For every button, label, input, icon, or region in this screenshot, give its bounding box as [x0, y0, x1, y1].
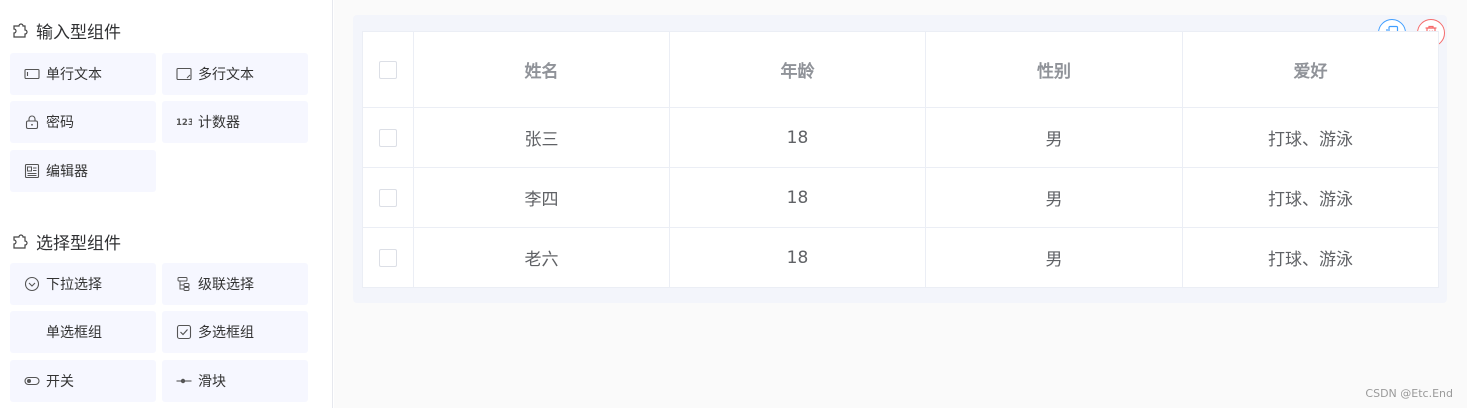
textarea-icon [176, 66, 192, 82]
number-icon: 123 [176, 114, 192, 130]
component-label: 密码 [46, 115, 74, 131]
row-checkbox[interactable] [379, 128, 397, 147]
group-title-select: 选择型组件 [10, 229, 121, 254]
select-all-checkbox[interactable] [379, 60, 397, 79]
row-select-cell [362, 227, 414, 288]
svg-text:123: 123 [176, 118, 192, 128]
row-select-cell [362, 167, 414, 228]
cell-name: 老六 [413, 227, 670, 288]
cell-hobby: 打球、游泳 [1182, 227, 1439, 288]
component-single-line-text[interactable]: 单行文本 [10, 53, 156, 95]
cell-hobby: 打球、游泳 [1182, 107, 1439, 168]
component-radio-group[interactable]: 单选框组 [10, 311, 156, 353]
editor-icon [24, 163, 40, 179]
cell-name: 李四 [413, 167, 670, 228]
component-label: 级联选择 [198, 277, 254, 293]
select-all-cell [362, 31, 414, 108]
component-icon [10, 231, 30, 251]
cell-name: 张三 [413, 107, 670, 168]
watermark: CSDN @Etc.End [1365, 387, 1453, 400]
cell-gender: 男 [925, 227, 1183, 288]
column-header: 姓名 [413, 31, 670, 108]
cascader-icon [176, 276, 192, 292]
table-row: 张三 18 男 打球、游泳 [362, 107, 1439, 168]
component-icon [10, 20, 30, 40]
slider-icon [176, 373, 192, 389]
input-icon [24, 66, 40, 82]
column-header: 性别 [925, 31, 1183, 108]
component-label: 计数器 [198, 115, 240, 131]
component-label: 下拉选择 [46, 277, 102, 293]
select-icon [24, 276, 40, 292]
table-row: 老六 18 男 打球、游泳 [362, 227, 1439, 288]
component-label: 单行文本 [46, 67, 102, 83]
row-checkbox[interactable] [379, 248, 397, 267]
component-label: 多选框组 [198, 325, 254, 341]
row-checkbox[interactable] [379, 188, 397, 207]
table-component-card[interactable]: 姓名 年龄 性别 爱好 张三 18 男 打球、游泳 李四 18 男 打球、游泳 … [353, 15, 1447, 303]
group-title-label: 输入型组件 [36, 22, 121, 43]
component-multi-line-text[interactable]: 多行文本 [162, 53, 308, 95]
column-header: 年龄 [669, 31, 926, 108]
component-label: 开关 [46, 374, 74, 390]
group-title-input: 输入型组件 [10, 18, 121, 43]
cell-gender: 男 [925, 167, 1183, 228]
row-select-cell [362, 107, 414, 168]
component-label: 单选框组 [46, 325, 102, 341]
table-row: 李四 18 男 打球、游泳 [362, 167, 1439, 228]
cell-age: 18 [669, 107, 926, 168]
cell-age: 18 [669, 167, 926, 228]
component-slider[interactable]: 滑块 [162, 360, 308, 402]
component-editor[interactable]: 编辑器 [10, 150, 156, 192]
table-header-row: 姓名 年龄 性别 爱好 [362, 31, 1439, 108]
lock-icon [24, 114, 40, 130]
cell-hobby: 打球、游泳 [1182, 167, 1439, 228]
component-counter[interactable]: 123 计数器 [162, 101, 308, 143]
component-dropdown-select[interactable]: 下拉选择 [10, 263, 156, 305]
checkbox-icon [176, 324, 192, 340]
data-table: 姓名 年龄 性别 爱好 张三 18 男 打球、游泳 李四 18 男 打球、游泳 … [362, 31, 1439, 288]
component-label: 编辑器 [46, 164, 88, 180]
form-canvas: 姓名 年龄 性别 爱好 张三 18 男 打球、游泳 李四 18 男 打球、游泳 … [334, 0, 1467, 408]
cell-gender: 男 [925, 107, 1183, 168]
component-sidebar: 输入型组件 单行文本 多行文本 密码 123 计数器 编辑器 选择型组件 下拉选… [0, 0, 333, 408]
component-label: 滑块 [198, 374, 226, 390]
radio-icon [24, 324, 40, 340]
cell-age: 18 [669, 227, 926, 288]
component-cascader[interactable]: 级联选择 [162, 263, 308, 305]
group-title-label: 选择型组件 [36, 233, 121, 254]
component-switch[interactable]: 开关 [10, 360, 156, 402]
switch-icon [24, 373, 40, 389]
component-label: 多行文本 [198, 67, 254, 83]
component-checkbox-group[interactable]: 多选框组 [162, 311, 308, 353]
component-password[interactable]: 密码 [10, 101, 156, 143]
column-header: 爱好 [1182, 31, 1439, 108]
